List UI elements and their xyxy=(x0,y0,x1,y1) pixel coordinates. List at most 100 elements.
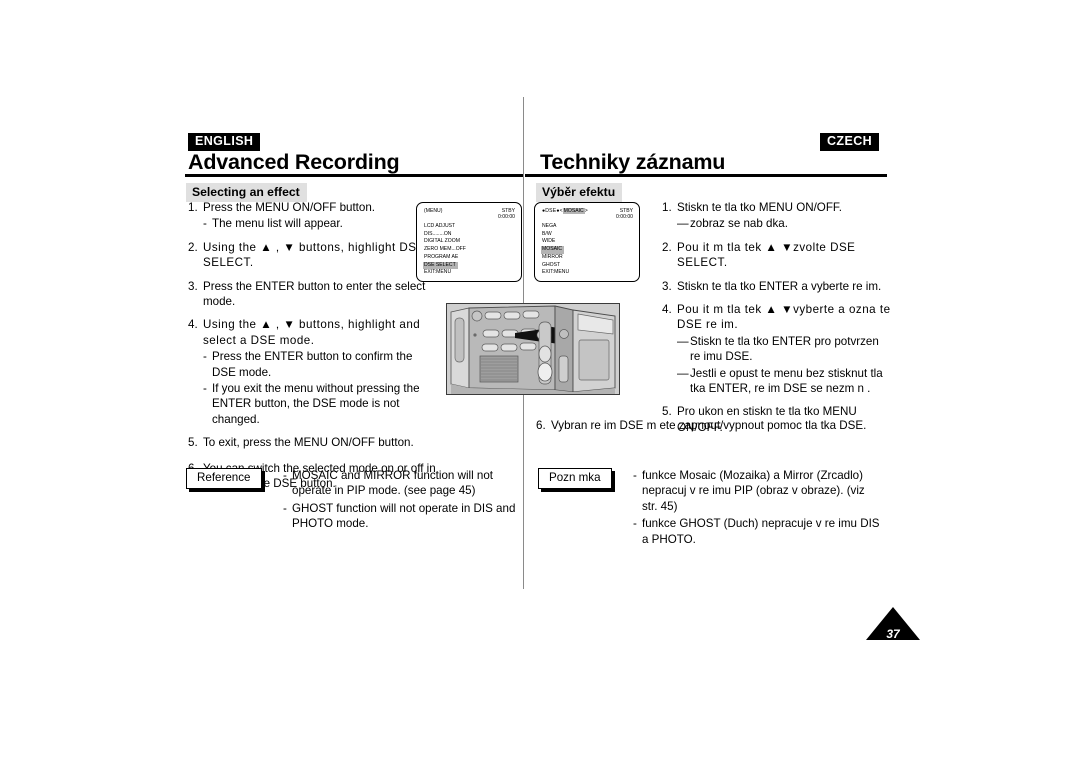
step-number: 5. xyxy=(188,436,198,450)
step-subitem-text: The menu list will appear. xyxy=(212,217,343,231)
bullet-dash: - xyxy=(633,469,637,482)
step-subitem: — zobraz se nab dka. xyxy=(677,216,892,231)
step-text: Using the ▲ , ▼ buttons, highlight DSE S… xyxy=(203,240,425,270)
step-subitem-text: Stiskn te tla tko ENTER pro potvrzen re … xyxy=(690,334,879,364)
reference-note-text: GHOST function will not operate in DIS a… xyxy=(292,501,516,531)
osd-menu-item[interactable]: PROGRAM AE xyxy=(424,254,466,262)
osd-dse-screen: ●DSE●<MOSAIC> STBY 0:00:00 NEGA B/W WIDE… xyxy=(534,202,640,282)
reference-note-text: funkce Mosaic (Mozaika) a Mirror (Zrcadl… xyxy=(642,469,865,513)
step-number: 1. xyxy=(662,201,672,214)
bullet-emdash: — xyxy=(677,366,689,380)
step-text: Using the ▲ , ▼ buttons, highlight and s… xyxy=(203,318,421,347)
title-rule-left xyxy=(185,174,523,177)
osd-dse-item[interactable]: WIDE xyxy=(542,238,564,246)
osd-header: (MENU) STBY 0:00:00 xyxy=(424,208,515,221)
osd-timecode: 0:00:00 xyxy=(616,214,633,221)
step-number: 3. xyxy=(662,279,672,293)
list-item: 3. Stiskn te tla tko ENTER a vyberte re … xyxy=(662,279,892,294)
list-item: 2. Using the ▲ , ▼ buttons, highlight DS… xyxy=(188,240,438,271)
osd-status-block: STBY 0:00:00 xyxy=(616,208,633,221)
osd-dse-item[interactable]: B/W xyxy=(542,231,564,239)
step-text: Pou it m tla tek ▲ ▼vyberte a ozna te DS… xyxy=(677,303,891,332)
step-text: Stiskn te tla tko ENTER a vyberte re im. xyxy=(677,279,882,293)
osd-timecode: 0:00:00 xyxy=(498,214,515,221)
list-item: - funkce GHOST (Duch) nepracuje v re imu… xyxy=(633,516,883,547)
list-item: 2. Pou it m tla tek ▲ ▼zvolte DSE SELECT… xyxy=(662,240,892,271)
osd-exit-hint: EXIT:MENU xyxy=(424,269,452,275)
language-tag-english: ENGLISH xyxy=(188,133,261,151)
bullet-dash: - xyxy=(283,469,287,482)
bullet-dash: - xyxy=(283,501,287,515)
manual-page: ENGLISH CZECH Advanced Recording Technik… xyxy=(0,0,1080,763)
osd-dse-item-selected[interactable]: MOSAIC xyxy=(541,246,565,254)
list-item: - GHOST function will not operate in DIS… xyxy=(283,501,528,532)
step-number: 4. xyxy=(662,303,672,317)
step-number: 3. xyxy=(188,279,198,293)
language-tag-czech: CZECH xyxy=(820,133,880,151)
reference-label-english: Reference xyxy=(186,468,262,489)
page-number: 37 xyxy=(886,627,900,641)
page-title-czech: Techniky záznamu xyxy=(540,150,726,174)
osd-current-mode: MOSAIC xyxy=(562,208,585,214)
camcorder-illustration xyxy=(446,303,620,395)
reference-notes-czech: - funkce Mosaic (Mozaika) a Mirror (Zrca… xyxy=(633,468,883,549)
list-item: - funkce Mosaic (Mozaika) a Mirror (Zrca… xyxy=(633,468,883,514)
list-item: 1. Press the MENU ON/OFF button. - The m… xyxy=(188,200,438,232)
step-number: 2. xyxy=(662,240,672,254)
osd-header: ●DSE●<MOSAIC> STBY 0:00:00 xyxy=(542,208,633,221)
list-item: 6. Vybran re im DSE m ete zapnout/vypnou… xyxy=(536,418,892,433)
step-subitem-text: If you exit the menu without pressing th… xyxy=(212,382,420,426)
step-number: 2. xyxy=(188,240,198,254)
osd-menu-item[interactable]: ZERO MEM...OFF xyxy=(424,246,466,254)
instruction-list-czech: 1. Stiskn te tla tko MENU ON/OFF. — zobr… xyxy=(662,200,892,443)
step-text: Press the ENTER button to enter the sele… xyxy=(203,279,426,309)
step-subitem: - The menu list will appear. xyxy=(203,216,438,231)
page-title-english: Advanced Recording xyxy=(188,150,400,174)
camcorder-illustration-art xyxy=(447,304,619,394)
bullet-emdash: — xyxy=(677,334,689,348)
callout-line-bottom xyxy=(523,392,524,412)
bullet-emdash: — xyxy=(677,217,689,231)
step-text-wrap: Stiskn te tla tko MENU ON/OFF. — zobraz … xyxy=(677,200,892,232)
osd-dse-item[interactable]: MIRROR xyxy=(542,254,564,262)
osd-title-block: ●DSE●<MOSAIC> xyxy=(542,208,588,214)
step-text: To exit, press the MENU ON/OFF button. xyxy=(203,436,414,450)
osd-menu-item[interactable]: DIGITAL ZOOM xyxy=(424,238,466,246)
list-item: - MOSAIC and MIRROR function will not op… xyxy=(283,468,528,499)
osd-dse-list: NEGA B/W WIDE MOSAIC MIRROR GHOST xyxy=(541,223,565,269)
osd-dse-item[interactable]: NEGA xyxy=(542,223,564,231)
step-text-wrap: Press the MENU ON/OFF button. - The menu… xyxy=(203,200,438,232)
step-text-wrap: Pou it m tla tek ▲ ▼vyberte a ozna te DS… xyxy=(677,302,892,396)
step-subitem: — Stiskn te tla tko ENTER pro potvrzen r… xyxy=(677,334,892,365)
title-rule-right xyxy=(525,174,887,177)
bullet-dash: - xyxy=(203,217,207,231)
step-text: Vybran re im DSE m ete zapnout/vypnout p… xyxy=(551,419,867,432)
bullet-dash: - xyxy=(203,382,207,396)
osd-menu-list: LCD ADJUST DIS........ON DIGITAL ZOOM ZE… xyxy=(423,223,466,270)
step-subitem: — Jestli e opust te menu bez stisknut tl… xyxy=(677,366,892,397)
osd-dse-indicator: ●DSE● xyxy=(542,208,560,214)
reference-notes-english: - MOSAIC and MIRROR function will not op… xyxy=(283,468,528,534)
osd-menu-item[interactable]: LCD ADJUST xyxy=(424,223,466,231)
step-number: 1. xyxy=(188,201,198,214)
step-text-wrap: Using the ▲ , ▼ buttons, highlight and s… xyxy=(203,317,438,427)
osd-menu-item[interactable]: DIS........ON xyxy=(424,231,466,239)
step-subitem-text: Press the ENTER button to confirm the DS… xyxy=(212,350,413,379)
bullet-dash: - xyxy=(203,350,207,364)
step-number: 6. xyxy=(536,419,546,432)
list-item: 3. Press the ENTER button to enter the s… xyxy=(188,279,438,310)
step-text: Stiskn te tla tko MENU ON/OFF. xyxy=(677,201,842,214)
list-item: 1. Stiskn te tla tko MENU ON/OFF. — zobr… xyxy=(662,200,892,232)
section-heading-czech: Výběr efektu xyxy=(536,183,623,203)
osd-status-block: STBY 0:00:00 xyxy=(498,208,515,221)
step-subitem-text: zobraz se nab dka. xyxy=(690,217,788,231)
reference-note-text: MOSAIC and MIRROR function will not oper… xyxy=(292,469,494,498)
step-text: Pou it m tla tek ▲ ▼zvolte DSE SELECT. xyxy=(677,240,856,270)
osd-exit-hint: EXIT:MENU xyxy=(542,269,570,275)
instruction-item-czech-6: 6. Vybran re im DSE m ete zapnout/vypnou… xyxy=(536,418,892,441)
step-number: 4. xyxy=(188,318,198,332)
step-subitem-text: Jestli e opust te menu bez stisknut tla … xyxy=(690,366,883,396)
list-item: 4. Pou it m tla tek ▲ ▼vyberte a ozna te… xyxy=(662,302,892,396)
list-item: 5. To exit, press the MENU ON/OFF button… xyxy=(188,435,438,450)
step-subitem: - If you exit the menu without pressing … xyxy=(203,381,438,427)
